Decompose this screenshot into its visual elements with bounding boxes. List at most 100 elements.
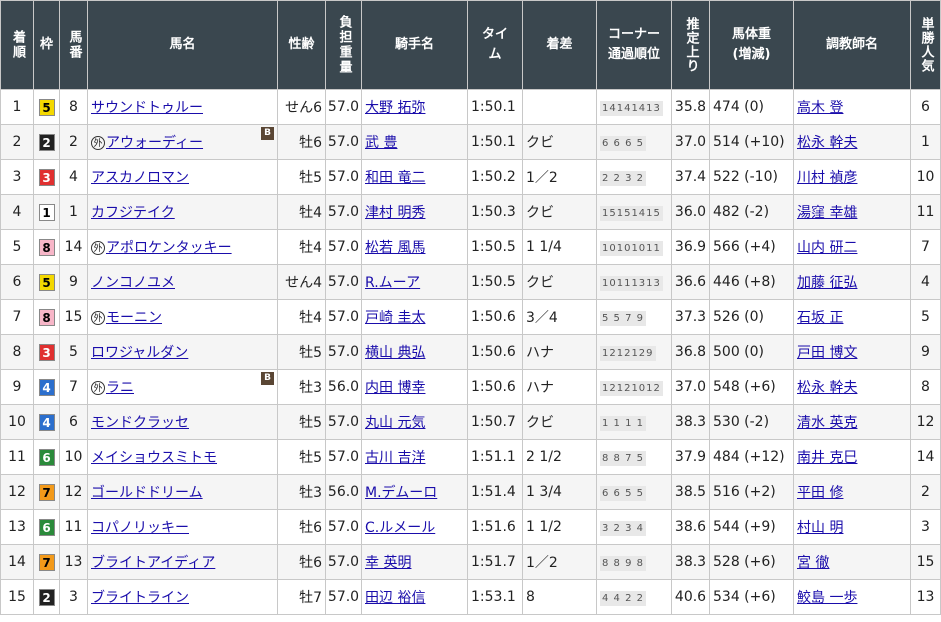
trainer-link[interactable]: 平田 修 <box>797 485 843 501</box>
horse-name-link[interactable]: ラニ <box>106 380 134 396</box>
trainer-link[interactable]: 南井 克巳 <box>797 450 857 466</box>
foreign-horse-icon: 外 <box>91 311 105 325</box>
table-row: 13 6 11 コパノリッキー 牡6 57.0 C.ルメール 1:51.6 1 1/2 3 2 3… <box>0 509 941 545</box>
trainer-link[interactable]: 宮 徹 <box>797 555 829 571</box>
horse-name-link[interactable]: ゴールドドリーム <box>91 485 203 501</box>
horse-name-link[interactable]: モーニン <box>106 310 162 326</box>
margin-cell: 1 1/2 <box>522 509 597 545</box>
horse-name-link[interactable]: アスカノロマン <box>91 170 189 186</box>
jockey-link[interactable]: 幸 英明 <box>365 555 411 571</box>
waku-badge: 5 <box>38 273 55 291</box>
waku-cell: 4 <box>33 404 60 440</box>
last3f-cell: 35.8 <box>671 89 710 125</box>
weight-cell: 57.0 <box>325 404 362 440</box>
weight-cell: 57.0 <box>325 89 362 125</box>
jockey-cell: 古川 吉洋 <box>361 439 468 475</box>
trainer-link[interactable]: 山内 研二 <box>797 240 857 256</box>
last3f-cell: 38.3 <box>671 404 710 440</box>
pop-cell: 3 <box>910 509 941 545</box>
header-sexage: 性齢 <box>277 0 326 90</box>
jockey-link[interactable]: 内田 博幸 <box>365 380 425 396</box>
margin-cell: 1／2 <box>522 159 597 195</box>
jockey-cell: 丸山 元気 <box>361 404 468 440</box>
weight-cell: 57.0 <box>325 509 362 545</box>
trainer-link[interactable]: 高木 登 <box>797 100 843 116</box>
waku-cell: 3 <box>33 334 60 370</box>
horse-name-link[interactable]: モンドクラッセ <box>91 415 189 431</box>
jockey-link[interactable]: 武 豊 <box>365 135 397 151</box>
jockey-link[interactable]: 松若 風馬 <box>365 240 425 256</box>
last3f-cell: 38.5 <box>671 474 710 510</box>
margin-cell: 1 3/4 <box>522 474 597 510</box>
jockey-link[interactable]: 津村 明秀 <box>365 205 425 221</box>
trainer-link[interactable]: 村山 明 <box>797 520 843 536</box>
waku-badge: 8 <box>38 238 55 256</box>
margin-cell: ハナ <box>522 369 597 405</box>
trainer-link[interactable]: 石坂 正 <box>797 310 843 326</box>
jockey-link[interactable]: 横山 典弘 <box>365 345 425 361</box>
trainer-link[interactable]: 鮫島 一歩 <box>797 590 857 606</box>
jockey-link[interactable]: 大野 拓弥 <box>365 100 425 116</box>
weight-cell: 57.0 <box>325 299 362 335</box>
rank-cell: 10 <box>0 404 34 440</box>
trainer-cell: 石坂 正 <box>793 299 911 335</box>
waku-badge: 6 <box>38 518 55 536</box>
horse-name-link[interactable]: コパノリッキー <box>91 520 189 536</box>
jockey-link[interactable]: 戸崎 圭太 <box>365 310 425 326</box>
waku-badge: 7 <box>38 553 55 571</box>
header-rank: 着順 <box>0 0 34 90</box>
trainer-cell: 平田 修 <box>793 474 911 510</box>
horse-name-link[interactable]: ブライトライン <box>91 590 189 606</box>
trainer-link[interactable]: 松永 幹夫 <box>797 380 857 396</box>
trainer-link[interactable]: 清水 英克 <box>797 415 857 431</box>
sexage-cell: 牡6 <box>277 544 326 580</box>
margin-cell: クビ <box>522 264 597 300</box>
trainer-cell: 南井 克巳 <box>793 439 911 475</box>
horse-cell: サウンドトゥルー <box>87 89 278 125</box>
jockey-link[interactable]: M.デムーロ <box>365 485 437 501</box>
jockey-cell: C.ルメール <box>361 509 468 545</box>
trainer-link[interactable]: 加藤 征弘 <box>797 275 857 291</box>
jockey-link[interactable]: C.ルメール <box>365 520 435 536</box>
waku-cell: 3 <box>33 159 60 195</box>
horse-cell: コパノリッキー <box>87 509 278 545</box>
weight-cell: 57.0 <box>325 159 362 195</box>
horse-name-link[interactable]: サウンドトゥルー <box>91 100 203 116</box>
horse-cell: 外モーニン <box>87 299 278 335</box>
jockey-link[interactable]: 田辺 裕信 <box>365 590 425 606</box>
jockey-link[interactable]: 丸山 元気 <box>365 415 425 431</box>
horse-name-link[interactable]: メイショウスミトモ <box>91 450 217 466</box>
header-margin: 着差 <box>522 0 597 90</box>
trainer-link[interactable]: 松永 幹夫 <box>797 135 857 151</box>
jockey-cell: 横山 典弘 <box>361 334 468 370</box>
table-row: 5 8 14 外アポロケンタッキー 牡4 57.0 松若 風馬 1:50.5 1 1/4 1010… <box>0 229 941 265</box>
jockey-link[interactable]: 和田 竜二 <box>365 170 425 186</box>
rank-cell: 15 <box>0 579 34 615</box>
horse-name-link[interactable]: ブライトアイディア <box>91 555 215 571</box>
horse-name-link[interactable]: ロワジャルダン <box>91 345 188 361</box>
weight-cell: 57.0 <box>325 194 362 230</box>
horse-name-link[interactable]: カフジテイク <box>91 205 175 221</box>
header-waku: 枠 <box>33 0 60 90</box>
horse-name-link[interactable]: ノンコノユメ <box>91 275 175 291</box>
rank-cell: 7 <box>0 299 34 335</box>
margin-cell: ハナ <box>522 334 597 370</box>
trainer-link[interactable]: 川村 禎彦 <box>797 170 857 186</box>
sexage-cell: 牡5 <box>277 159 326 195</box>
horse-name-link[interactable]: アポロケンタッキー <box>106 240 232 256</box>
header-horse: 馬名 <box>87 0 278 90</box>
trainer-link[interactable]: 湯窪 幸雄 <box>797 205 857 221</box>
corner-cell: 6 6 5 5 <box>596 474 672 510</box>
table-row: 11 6 10 メイショウスミトモ 牡5 57.0 古川 吉洋 1:51.1 2 1/2 8 8 … <box>0 439 941 475</box>
trainer-link[interactable]: 戸田 博文 <box>797 345 857 361</box>
horse-name-link[interactable]: アウォーディー <box>106 135 203 151</box>
umaban-cell: 5 <box>59 334 88 370</box>
header-row: 着順 枠 馬番 馬名 性齢 負担重量 騎手名 タイム 着差 コーナー通過順位 推… <box>0 0 941 90</box>
table-row: 2 2 2 外アウォーディー B 牡6 57.0 武 豊 1:50.1 クビ 6 6 6 5 37.0… <box>0 124 941 160</box>
time-cell: 1:51.4 <box>467 474 523 510</box>
waku-badge: 2 <box>38 588 55 606</box>
jockey-link[interactable]: R.ムーア <box>365 275 420 291</box>
pop-cell: 14 <box>910 439 941 475</box>
jockey-link[interactable]: 古川 吉洋 <box>365 450 425 466</box>
jockey-cell: M.デムーロ <box>361 474 468 510</box>
